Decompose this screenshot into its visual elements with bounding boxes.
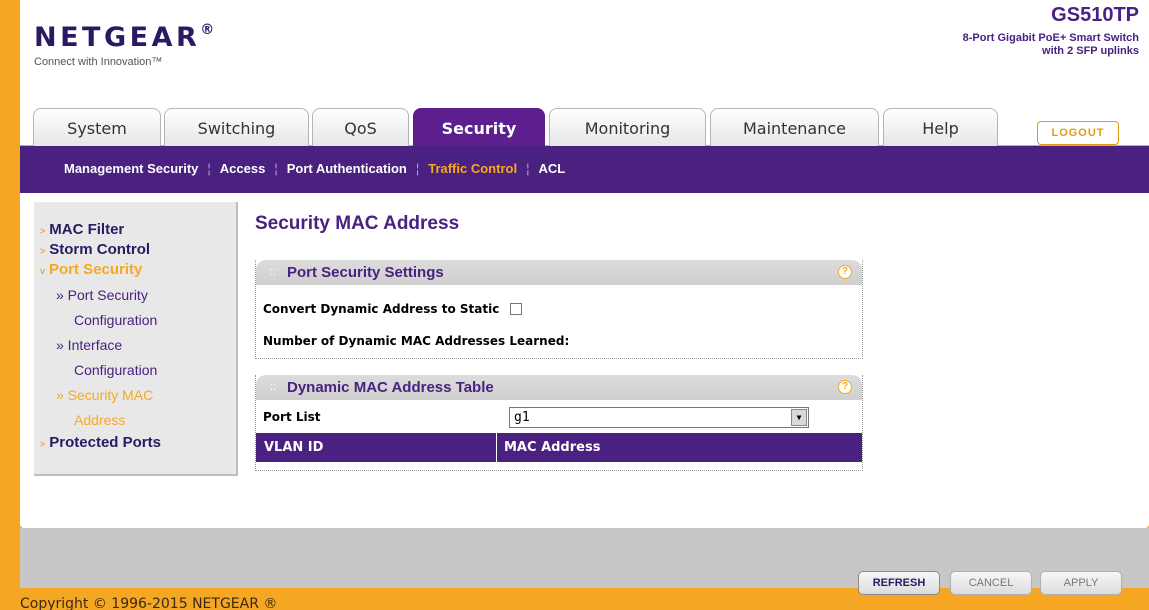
- model-desc-line-1: 8-Port Gigabit PoE+ Smart Switch: [962, 32, 1139, 44]
- dropdown-arrow-icon[interactable]: ▼: [791, 409, 807, 426]
- sidebar-subitem-label: » Port Security: [56, 287, 148, 303]
- table-body: Port List g1 ▼ VLAN ID MAC Address: [256, 400, 862, 470]
- sidebar-subitem-label-cont: Address: [74, 412, 126, 428]
- subnav-traffic-control[interactable]: Traffic Control: [428, 161, 517, 176]
- convert-static-checkbox[interactable]: [510, 302, 523, 315]
- model-name: GS510TP: [1051, 4, 1139, 26]
- refresh-button[interactable]: REFRESH: [858, 571, 940, 595]
- port-list-value: g1: [514, 410, 530, 425]
- help-icon[interactable]: ?: [838, 380, 852, 394]
- sidebar-subitem-port-security-configuration[interactable]: » Port Security Configuration: [34, 283, 236, 333]
- panel-title: Dynamic MAC Address Table: [287, 379, 494, 396]
- subnav-separator: ¦: [274, 161, 278, 176]
- chevron-right-icon: >: [40, 226, 46, 236]
- tab-help[interactable]: Help: [883, 108, 998, 146]
- tab-maintenance[interactable]: Maintenance: [710, 108, 879, 146]
- learned-count-label: Number of Dynamic MAC Addresses Learned:: [263, 334, 570, 348]
- content-area: > MAC Filter > Storm Control v Port Securit…: [20, 193, 1149, 528]
- model-description: 8-Port Gigabit PoE+ Smart Switch with 2 …: [899, 32, 1139, 58]
- sidebar: > MAC Filter > Storm Control v Port Securit…: [34, 202, 238, 476]
- sidebar-subitem-interface-configuration[interactable]: » Interface Configuration: [34, 333, 236, 383]
- tab-switching[interactable]: Switching: [164, 108, 309, 146]
- sidebar-item-port-security[interactable]: v Port Security: [34, 260, 236, 280]
- subnav-acl[interactable]: ACL: [538, 161, 565, 176]
- table-header-row: VLAN ID MAC Address: [256, 433, 862, 462]
- subnav-port-authentication[interactable]: Port Authentication: [287, 161, 407, 176]
- page-title: Security MAC Address: [255, 213, 460, 234]
- model-desc-line-2: with 2 SFP uplinks: [1042, 45, 1139, 57]
- chevron-down-icon: v: [40, 266, 46, 276]
- header: NETGEAR® Connect with Innovation™ GS510T…: [20, 0, 1149, 146]
- sidebar-subitem-label-cont: Configuration: [74, 312, 158, 328]
- tab-security[interactable]: Security: [413, 108, 545, 146]
- cancel-button[interactable]: CANCEL: [950, 571, 1032, 595]
- chevron-right-icon: >: [40, 246, 46, 256]
- column-header-vlan-id[interactable]: VLAN ID: [256, 433, 497, 462]
- copyright-text: Copyright © 1996-2015 NETGEAR ®: [20, 596, 278, 610]
- logout-button[interactable]: LOGOUT: [1037, 121, 1119, 145]
- panel-header: :: Port Security Settings ?: [256, 260, 862, 285]
- sidebar-item-storm-control[interactable]: > Storm Control: [34, 240, 236, 260]
- sidebar-subitem-label: » Interface: [56, 337, 123, 353]
- subnav-management-security[interactable]: Management Security: [64, 161, 198, 176]
- subnav-access[interactable]: Access: [220, 161, 266, 176]
- sidebar-item-label: Protected Ports: [49, 434, 161, 451]
- sub-navigation: Management Security ¦ Access ¦ Port Authenti…: [20, 146, 1149, 193]
- logo-registered-mark: ®: [200, 22, 215, 38]
- tab-qos[interactable]: QoS: [312, 108, 409, 146]
- sidebar-subitem-security-mac-address[interactable]: » Security MAC Address: [34, 383, 236, 433]
- grip-icon: ::: [270, 266, 277, 278]
- logo-text: NETGEAR: [34, 22, 201, 53]
- netgear-logo: NETGEAR®: [34, 22, 214, 53]
- convert-label: Convert Dynamic Address to Static: [263, 302, 500, 316]
- subnav-separator: ¦: [526, 161, 530, 176]
- sidebar-item-mac-filter[interactable]: > MAC Filter: [34, 220, 236, 240]
- subnav-separator: ¦: [207, 161, 211, 176]
- port-list-select[interactable]: g1 ▼: [509, 407, 809, 428]
- sidebar-item-label: Port Security: [49, 261, 143, 278]
- convert-row: Convert Dynamic Address to Static: [263, 298, 523, 317]
- tab-system[interactable]: System: [33, 108, 161, 146]
- dynamic-mac-table-panel: :: Dynamic MAC Address Table ? Port List…: [255, 375, 863, 471]
- logo-tagline: Connect with Innovation™: [34, 56, 163, 68]
- help-icon[interactable]: ?: [838, 265, 852, 279]
- panel-title: Port Security Settings: [287, 264, 444, 281]
- grip-icon: ::: [270, 381, 277, 393]
- sidebar-subitem-label: » Security MAC: [56, 387, 154, 403]
- column-header-mac-address[interactable]: MAC Address: [498, 433, 600, 462]
- app-shell: NETGEAR® Connect with Innovation™ GS510T…: [20, 0, 1149, 610]
- sidebar-subitem-label-cont: Configuration: [74, 362, 158, 378]
- apply-button[interactable]: APPLY: [1040, 571, 1122, 595]
- sidebar-item-label: MAC Filter: [49, 221, 125, 238]
- action-bar: REFRESH CANCEL APPLY: [20, 528, 1149, 595]
- chevron-right-icon: >: [40, 439, 46, 449]
- sidebar-item-label: Storm Control: [49, 241, 151, 258]
- subnav-separator: ¦: [415, 161, 420, 176]
- port-list-label: Port List: [263, 410, 321, 424]
- sidebar-item-protected-ports[interactable]: > Protected Ports: [34, 433, 236, 453]
- panel-header: :: Dynamic MAC Address Table ?: [256, 375, 862, 400]
- tab-monitoring[interactable]: Monitoring: [549, 108, 706, 146]
- port-security-settings-panel: :: Port Security Settings ? Convert Dyna…: [255, 260, 863, 359]
